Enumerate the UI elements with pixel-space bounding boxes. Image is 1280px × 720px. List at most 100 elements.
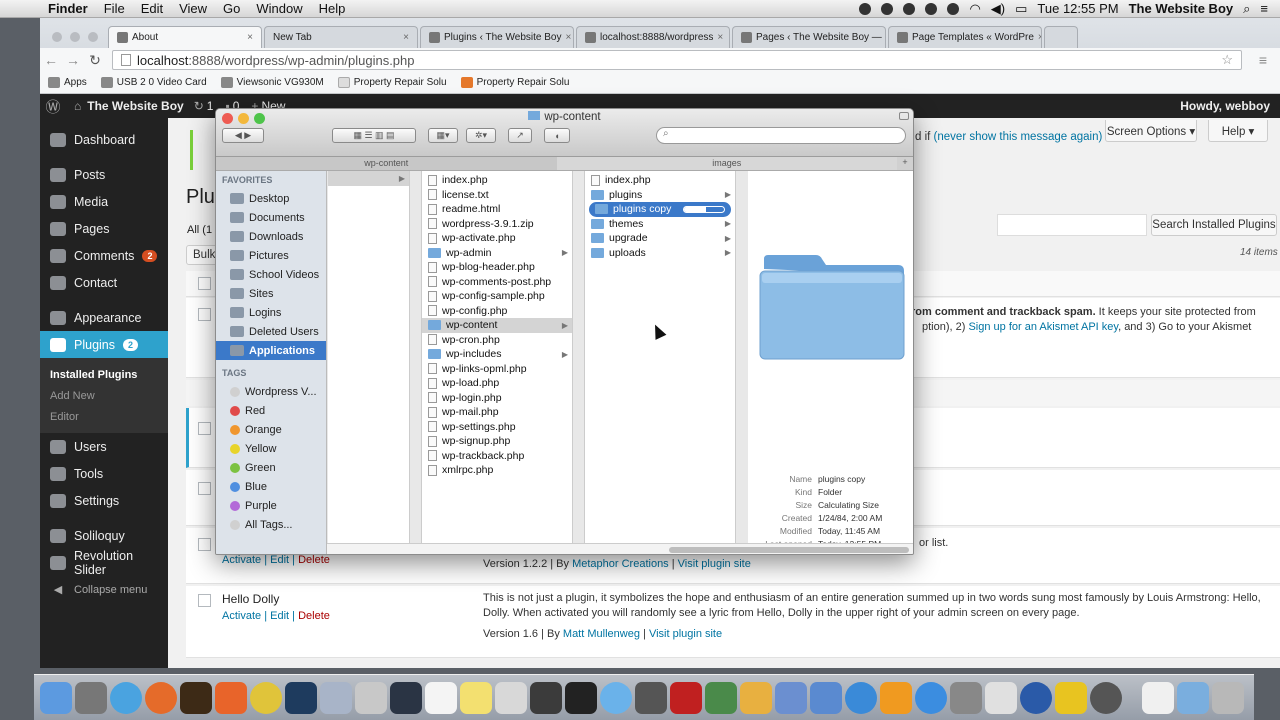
close-tab-icon[interactable]: × <box>565 32 571 43</box>
tab-new-tab[interactable]: New Tab × <box>264 26 418 48</box>
tab-page-templates[interactable]: Page Templates « WordPre × <box>888 26 1042 48</box>
list-item[interactable]: ▶ <box>328 171 409 186</box>
list-item[interactable]: wp-cron.php <box>422 333 572 348</box>
list-item[interactable]: wp-config.php <box>422 304 572 319</box>
delete-link[interactable]: Delete <box>298 554 330 566</box>
reminders-dock-icon[interactable] <box>495 681 527 714</box>
ibooks-dock-icon[interactable] <box>880 681 912 714</box>
finder-tab-images[interactable]: images <box>556 157 897 170</box>
list-item[interactable]: wp-trackback.php <box>422 449 572 464</box>
notification-center-icon[interactable]: ≡ <box>1260 1 1268 16</box>
menu-window[interactable]: Window <box>248 1 310 16</box>
sidebar-tag[interactable]: Wordpress V... <box>216 382 326 401</box>
list-item[interactable]: wp-mail.php <box>422 405 572 420</box>
menu-posts[interactable]: Posts <box>40 161 168 188</box>
menu-pages[interactable]: Pages <box>40 215 168 242</box>
menu-view[interactable]: View <box>171 1 215 16</box>
battery-icon[interactable]: ▭ <box>1015 1 1027 17</box>
submenu-editor[interactable]: Editor <box>40 406 168 427</box>
new-tab-button[interactable] <box>1044 26 1078 48</box>
terminal-dock-icon[interactable] <box>565 681 597 714</box>
author-link[interactable]: Metaphor Creations <box>572 558 669 570</box>
list-item[interactable]: wp-blog-header.php <box>422 260 572 275</box>
menu-dashboard[interactable]: Dashboard <box>40 126 168 153</box>
list-item[interactable]: index.php <box>422 173 572 188</box>
volume-icon[interactable]: ◀) <box>991 1 1005 17</box>
action-gear-icon[interactable]: ✲▾ <box>466 128 496 143</box>
finder-search-field[interactable]: ⌕ <box>656 127 906 144</box>
list-item[interactable]: wp-admin ▶ <box>422 246 572 261</box>
menu-file[interactable]: File <box>96 1 133 16</box>
screen-options-button[interactable]: Screen Options ▾ <box>1105 120 1197 142</box>
notes-dock-icon[interactable] <box>460 681 492 714</box>
arrange-button[interactable]: ▦▾ <box>428 128 458 143</box>
reload-icon[interactable]: ↻ <box>84 52 106 69</box>
safari-dock-icon[interactable] <box>110 681 142 714</box>
finder-dock-icon[interactable] <box>40 681 72 714</box>
list-item[interactable]: wp-comments-post.php <box>422 275 572 290</box>
sidebar-favorite[interactable]: Sites <box>216 284 326 303</box>
maps-dock-icon[interactable] <box>705 681 737 714</box>
row-checkbox[interactable] <box>198 422 211 435</box>
photo-booth-dock-icon[interactable] <box>670 681 702 714</box>
bookmark-property-1[interactable]: Property Repair Solu <box>337 77 447 88</box>
wifi-icon[interactable]: ◠ <box>969 1 980 17</box>
menu-edit[interactable]: Edit <box>133 1 171 16</box>
sidebar-favorite[interactable]: Logins <box>216 303 326 322</box>
utility-dock-icon[interactable] <box>985 681 1017 714</box>
list-item[interactable]: xmlrpc.php <box>422 463 572 478</box>
keynote-dock-icon[interactable] <box>775 681 807 714</box>
close-tab-icon[interactable]: × <box>403 32 409 43</box>
view-mode-buttons[interactable]: ▦ ☰ ▥ ▤ <box>332 128 416 143</box>
sidebar-favorite[interactable]: Deleted Users <box>216 322 326 341</box>
sidebar-tag[interactable]: Purple <box>216 496 326 515</box>
bookmark-viewsonic[interactable]: Viewsonic VG930M <box>220 77 324 88</box>
sidebar-favorite[interactable]: Applications <box>216 341 326 360</box>
list-item[interactable]: uploads ▶ <box>585 246 735 261</box>
list-item[interactable]: wp-activate.php <box>422 231 572 246</box>
tag-button-icon[interactable]: ◖ <box>544 128 570 143</box>
sidebar-tag[interactable]: Blue <box>216 477 326 496</box>
record-icon[interactable] <box>859 2 872 15</box>
sidebar-tag[interactable]: Orange <box>216 420 326 439</box>
forward-icon[interactable]: → <box>62 52 84 68</box>
scrollbar-thumb[interactable] <box>669 547 909 553</box>
trash-dock-icon[interactable] <box>1212 681 1244 714</box>
plugin-search-input[interactable] <box>997 214 1147 236</box>
chrome-dock-icon[interactable] <box>250 681 282 714</box>
launchpad-dock-icon[interactable] <box>75 681 107 714</box>
system-preferences-dock-icon[interactable] <box>950 681 982 714</box>
row-checkbox[interactable] <box>198 308 211 321</box>
sublime-dock-icon[interactable] <box>215 681 247 714</box>
sidebar-favorite[interactable]: Pictures <box>216 246 326 265</box>
list-item[interactable]: license.txt <box>422 188 572 203</box>
delete-link[interactable]: Delete <box>298 610 330 622</box>
share-icon[interactable]: ↗ <box>508 128 532 143</box>
bookmark-usb[interactable]: USB 2 0 Video Card <box>100 77 207 88</box>
app-dock-icon[interactable] <box>530 681 562 714</box>
folder-stack-dock-icon[interactable] <box>1177 681 1209 714</box>
sidebar-tag[interactable]: All Tags... <box>216 515 326 534</box>
list-item[interactable]: themes ▶ <box>585 217 735 232</box>
menu-soliloquy[interactable]: Soliloquy <box>40 522 168 549</box>
zoom-window-icon[interactable] <box>88 32 98 42</box>
search-installed-plugins-button[interactable]: Search Installed Plugins <box>1151 214 1277 236</box>
time-machine-icon[interactable] <box>925 2 938 15</box>
menu-app-finder[interactable]: Finder <box>40 1 96 16</box>
sidebar-favorite[interactable]: School Videos <box>216 265 326 284</box>
spotlight-icon[interactable]: ⌕ <box>1243 1 1250 17</box>
menu-contact[interactable]: Contact <box>40 269 168 296</box>
collapse-menu[interactable]: ◀ Collapse menu <box>40 576 168 603</box>
chrome-menu-icon[interactable]: ≡ <box>1252 52 1274 68</box>
row-checkbox[interactable] <box>198 594 211 607</box>
tab-pages[interactable]: Pages ‹ The Website Boy —× <box>732 26 886 48</box>
filezilla-dock-icon[interactable] <box>1055 681 1087 714</box>
list-item[interactable]: readme.html <box>422 202 572 217</box>
edit-link[interactable]: Edit <box>270 554 289 566</box>
list-item[interactable]: wp-settings.php <box>422 420 572 435</box>
menu-settings[interactable]: Settings <box>40 487 168 514</box>
submenu-add-new[interactable]: Add New <box>40 385 168 406</box>
preview-dock-icon[interactable] <box>320 681 352 714</box>
sidebar-tag[interactable]: Yellow <box>216 439 326 458</box>
list-item[interactable]: wp-links-opml.php <box>422 362 572 377</box>
